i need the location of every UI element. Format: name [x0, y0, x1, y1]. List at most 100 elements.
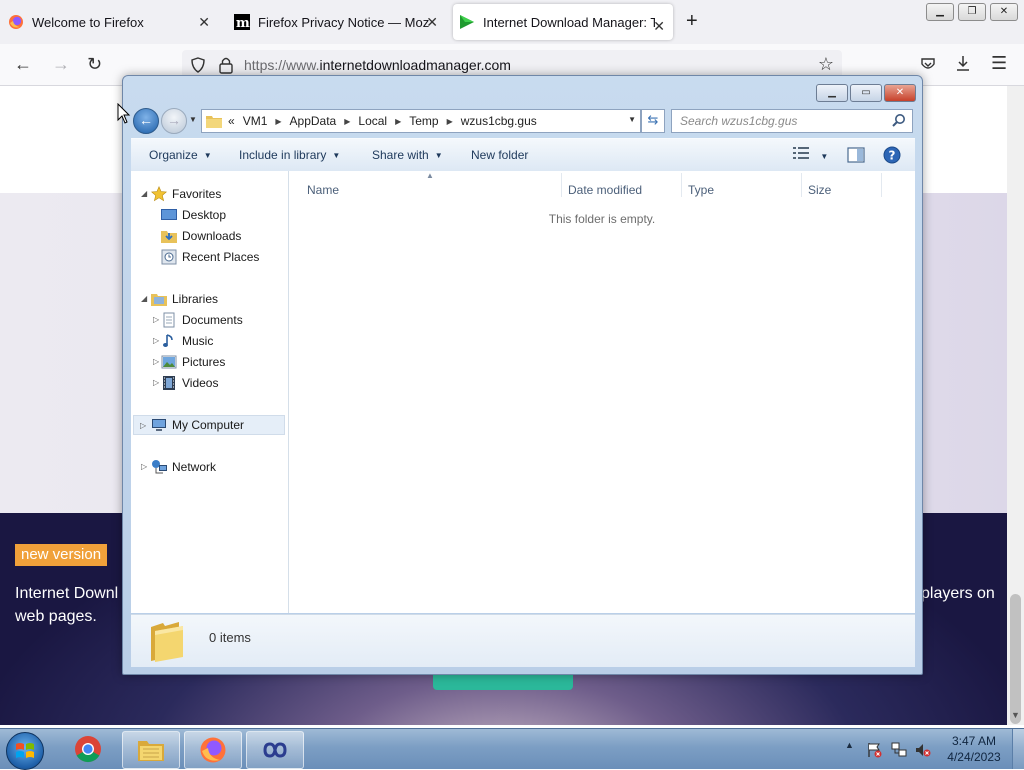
show-desktop-button[interactable]	[1012, 729, 1024, 769]
column-divider[interactable]	[801, 173, 802, 197]
reload-icon[interactable]: ↻	[87, 54, 102, 74]
bookmark-star-icon[interactable]: ☆	[818, 54, 834, 75]
expand-icon[interactable]: ▷	[141, 462, 147, 471]
back-arrow-icon[interactable]: ←	[14, 54, 32, 74]
expand-icon[interactable]: ▷	[140, 421, 146, 430]
nav-libraries[interactable]: Libraries	[151, 289, 218, 309]
file-list[interactable]: ▲ Name Date modified Type Size This fold…	[289, 171, 915, 613]
share-with-menu[interactable]: Share with ▼	[372, 148, 443, 162]
breadcrumb-current-folder[interactable]: wzus1cbg.gus	[461, 114, 537, 128]
column-divider[interactable]	[681, 173, 682, 197]
address-history-dropdown-icon[interactable]: ▼	[628, 115, 636, 124]
breadcrumb-vm1[interactable]: VM1	[243, 114, 268, 128]
view-options-button[interactable]: ▼	[793, 146, 828, 163]
tab-internet-download-manager[interactable]: Internet Download Manager: Th ✕	[453, 4, 673, 40]
tab-firefox-privacy-notice[interactable]: m Firefox Privacy Notice — Mozilla ✕	[234, 0, 444, 44]
organize-label: Organize	[149, 148, 198, 162]
nav-downloads[interactable]: Downloads	[161, 226, 241, 246]
column-header-date-modified[interactable]: Date modified	[568, 183, 642, 197]
downloads-icon[interactable]	[955, 55, 971, 72]
show-hidden-icons-icon[interactable]: ▲	[845, 740, 854, 750]
forward-button[interactable]: →	[161, 108, 187, 134]
breadcrumb-temp[interactable]: Temp	[409, 114, 438, 128]
back-button[interactable]: ←	[133, 108, 159, 134]
breadcrumb-local[interactable]: Local	[358, 114, 387, 128]
nav-favorites[interactable]: Favorites	[151, 184, 221, 204]
column-divider[interactable]	[881, 173, 882, 197]
column-header-name[interactable]: Name	[307, 183, 339, 197]
nav-desktop[interactable]: Desktop	[161, 205, 226, 225]
preview-pane-icon[interactable]	[847, 147, 865, 163]
page-scrollbar[interactable]: ▼	[1007, 86, 1024, 725]
nav-recent-places[interactable]: Recent Places	[161, 247, 259, 267]
breadcrumb-separator-icon[interactable]: ▶	[275, 117, 281, 126]
tab-welcome-to-firefox[interactable]: Welcome to Firefox ✕	[8, 0, 218, 44]
system-clock[interactable]: 3:47 AM 4/24/2023	[944, 733, 1004, 765]
documents-icon	[163, 312, 175, 328]
tab-label: Internet Download Manager: Th	[483, 14, 655, 30]
explorer-close-button[interactable]: ✕	[884, 84, 916, 102]
collapse-favorites-icon[interactable]: ◢	[141, 189, 147, 198]
lock-icon[interactable]	[218, 56, 234, 74]
network-tray-icon[interactable]	[891, 742, 907, 758]
start-button[interactable]	[6, 732, 44, 770]
close-tab-icon[interactable]: ✕	[198, 14, 210, 31]
include-in-library-menu[interactable]: Include in library ▼	[239, 148, 340, 162]
breadcrumb-separator-icon[interactable]: ▶	[344, 117, 350, 126]
search-input[interactable]: Search wzus1cbg.gus	[671, 109, 913, 133]
window-close-button[interactable]: ✕	[990, 3, 1018, 21]
volume-muted-icon[interactable]	[915, 742, 931, 758]
menu-hamburger-icon[interactable]: ☰	[991, 53, 1007, 73]
explorer-maximize-button[interactable]: ▭	[850, 84, 882, 102]
breadcrumb-overflow[interactable]: «	[228, 114, 235, 128]
include-in-library-label: Include in library	[239, 148, 327, 162]
nav-pictures[interactable]: Pictures	[161, 352, 225, 372]
close-tab-icon[interactable]: ✕	[653, 18, 665, 35]
search-icon[interactable]	[892, 113, 906, 127]
nav-music[interactable]: Music	[161, 331, 213, 351]
expand-icon[interactable]: ▷	[153, 315, 159, 324]
breadcrumb-separator-icon[interactable]: ▶	[395, 117, 401, 126]
new-folder-button[interactable]: New folder	[471, 148, 528, 162]
expand-icon[interactable]: ▷	[153, 336, 159, 345]
refresh-icon[interactable]: ⇆	[641, 109, 665, 133]
window-restore-button[interactable]: ❐	[958, 3, 986, 21]
nav-downloads-label: Downloads	[182, 229, 242, 243]
pocket-icon[interactable]	[920, 56, 936, 72]
command-bar: Organize ▼ Include in library ▼ Share with…	[131, 138, 915, 172]
address-bar[interactable]: « VM1 ▶ AppData ▶ Local ▶ Temp ▶ wzus1cb…	[201, 109, 641, 133]
expand-icon[interactable]: ▷	[153, 357, 159, 366]
organize-menu[interactable]: Organize ▼	[149, 148, 212, 162]
window-minimize-button[interactable]: ▁	[926, 3, 954, 21]
tab-label: Welcome to Firefox	[32, 14, 144, 30]
nav-videos[interactable]: Videos	[161, 373, 218, 393]
taskbar-windows-explorer[interactable]	[122, 731, 180, 769]
tracking-shield-icon[interactable]	[190, 57, 206, 73]
url-text[interactable]: https://www.internetdownloadmanager.com	[244, 57, 511, 73]
column-header-type[interactable]: Type	[688, 183, 714, 197]
nav-my-computer[interactable]: ▷ My Computer	[133, 415, 285, 435]
nav-network[interactable]: Network	[151, 457, 216, 477]
taskbar-firefox[interactable]	[184, 731, 242, 769]
taskbar-chrome[interactable]	[60, 731, 116, 767]
scroll-down-arrow-icon[interactable]: ▼	[1011, 710, 1020, 720]
column-divider[interactable]	[561, 173, 562, 197]
action-center-flag-icon[interactable]	[866, 742, 882, 758]
taskbar-remote-app[interactable]	[246, 731, 304, 769]
column-header-size[interactable]: Size	[808, 183, 831, 197]
explorer-minimize-button[interactable]: ▁	[816, 84, 848, 102]
breadcrumb-appdata[interactable]: AppData	[290, 114, 337, 128]
nav-pictures-label: Pictures	[182, 355, 226, 369]
new-tab-button[interactable]: +	[686, 10, 698, 32]
help-icon[interactable]: ?	[883, 146, 901, 164]
recent-pages-dropdown-icon[interactable]: ▼	[189, 115, 197, 124]
expand-icon[interactable]: ▷	[153, 378, 159, 387]
forward-arrow-icon[interactable]: →	[52, 54, 70, 74]
breadcrumb-separator-icon[interactable]: ▶	[447, 117, 453, 126]
collapse-libraries-icon[interactable]: ◢	[141, 294, 147, 303]
explorer-window[interactable]: ▁ ▭ ✕ ← → ▼ « VM1 ▶ AppData ▶ Local ▶ Te…	[122, 75, 923, 675]
close-tab-icon[interactable]: ✕	[426, 14, 438, 31]
scrollbar-thumb[interactable]	[1010, 594, 1021, 724]
nav-videos-label: Videos	[182, 376, 219, 390]
nav-documents[interactable]: Documents	[161, 310, 243, 330]
